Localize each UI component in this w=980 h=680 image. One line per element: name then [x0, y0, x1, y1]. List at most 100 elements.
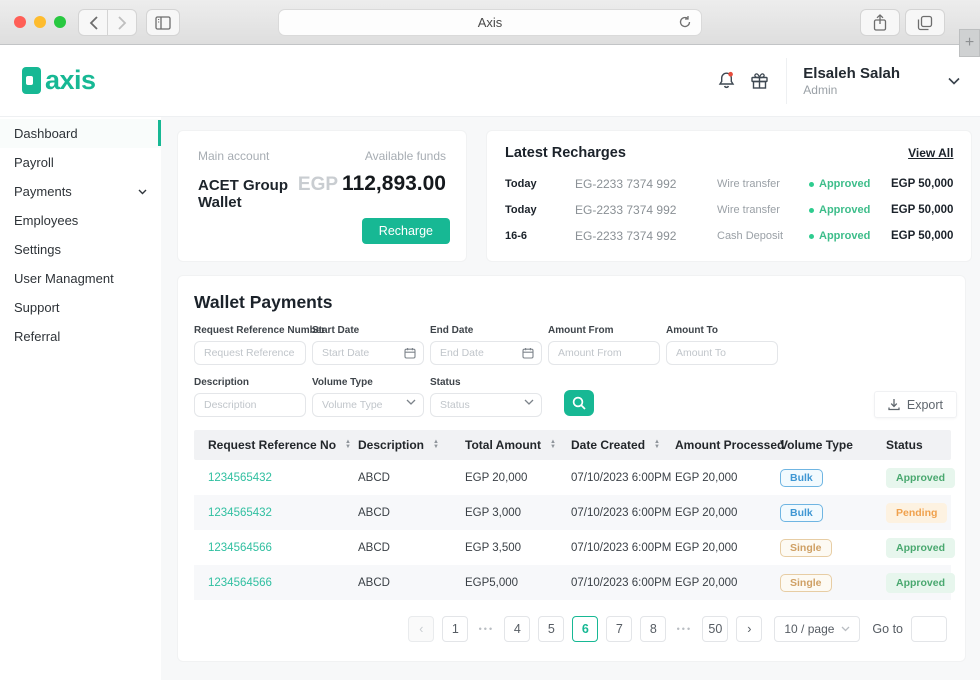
- sidebar-item-support[interactable]: Support: [0, 293, 161, 322]
- rewards-gift-icon[interactable]: [749, 70, 770, 91]
- tab-overview-button[interactable]: [905, 9, 945, 36]
- notifications-bell-icon[interactable]: [716, 70, 737, 91]
- column-header[interactable]: Amount Processed ▲▼: [675, 438, 780, 452]
- recharge-row: Today EG-2233 7374 992 Wire transfer App…: [505, 171, 953, 197]
- download-icon: [888, 398, 900, 411]
- status-select[interactable]: [430, 393, 542, 417]
- main-content: Main account Available funds ACET Group …: [161, 117, 980, 680]
- volume-type-badge: Bulk: [780, 504, 823, 522]
- ellipsis-left[interactable]: •••: [476, 616, 496, 642]
- export-button[interactable]: Export: [874, 391, 957, 418]
- sidebar-item-referral[interactable]: Referral: [0, 322, 161, 351]
- page-1-button[interactable]: 1: [442, 616, 468, 642]
- available-funds-amount: 112,893.00: [342, 172, 446, 195]
- request-reference-link[interactable]: 1234565432: [208, 472, 358, 484]
- description-cell: ABCD: [358, 507, 465, 519]
- ellipsis-right[interactable]: •••: [674, 616, 694, 642]
- table-row: 1234565432 ABCD EGP 3,000 07/10/2023 6:0…: [194, 495, 951, 530]
- amount-to-input[interactable]: [666, 341, 778, 365]
- column-header[interactable]: Request Reference No ▲▼: [208, 438, 358, 452]
- column-header[interactable]: Volume Type ▲▼: [780, 438, 886, 452]
- page-5-button[interactable]: 5: [538, 616, 564, 642]
- sidebar-item-dashboard[interactable]: Dashboard: [0, 119, 161, 148]
- page-6-button[interactable]: 6: [572, 616, 598, 642]
- request-reference-number-input[interactable]: [194, 341, 306, 365]
- column-header[interactable]: Date Created ▲▼: [571, 438, 675, 452]
- start-date-input[interactable]: [312, 341, 424, 365]
- app-header: axis Elsaleh Salah Admin: [0, 45, 980, 117]
- sort-icon[interactable]: ▲▼: [550, 440, 556, 450]
- volume-type-select[interactable]: [312, 393, 424, 417]
- recharge-status: Approved: [809, 178, 891, 190]
- sort-icon[interactable]: ▲▼: [654, 440, 660, 450]
- close-window-button[interactable]: [14, 16, 26, 28]
- header-divider: [786, 58, 787, 104]
- sidebar-item-user-managment[interactable]: User Managment: [0, 264, 161, 293]
- sidebar-item-payroll[interactable]: Payroll: [0, 148, 161, 177]
- status-dot-icon: [809, 234, 814, 239]
- next-page-button[interactable]: ›: [736, 616, 762, 642]
- latest-recharges-card: Latest Recharges View All Today EG-2233 …: [486, 130, 972, 262]
- main-account-label: Main account: [198, 149, 269, 163]
- page-7-button[interactable]: 7: [606, 616, 632, 642]
- table-header-row: Request Reference No ▲▼ Description ▲▼ T…: [194, 430, 951, 460]
- share-button[interactable]: [860, 9, 900, 36]
- minimize-window-button[interactable]: [34, 16, 46, 28]
- filter-field: Volume Type: [312, 377, 424, 417]
- reload-icon[interactable]: [678, 15, 692, 32]
- status-badge: Pending: [886, 503, 947, 523]
- sort-icon[interactable]: ▲▼: [345, 440, 351, 450]
- end-date-input[interactable]: [430, 341, 542, 365]
- browser-sidebar-button[interactable]: [146, 9, 180, 36]
- date-created-cell: 07/10/2023 6:00PM: [571, 507, 675, 519]
- maximize-window-button[interactable]: [54, 16, 66, 28]
- browser-back-button[interactable]: [78, 9, 108, 36]
- sidebar-item-employees[interactable]: Employees: [0, 206, 161, 235]
- request-reference-link[interactable]: 1234565432: [208, 507, 358, 519]
- request-reference-link[interactable]: 1234564566: [208, 577, 358, 589]
- sidebar-item-settings[interactable]: Settings: [0, 235, 161, 264]
- user-menu-chevron-down-icon[interactable]: [948, 77, 960, 85]
- page-4-button[interactable]: 4: [504, 616, 530, 642]
- search-button[interactable]: [564, 390, 594, 416]
- axis-logo-icon: [22, 67, 41, 94]
- available-funds-label: Available funds: [365, 149, 446, 163]
- wallet-name: ACET Group Wallet: [198, 177, 298, 211]
- page-50-button[interactable]: 50: [702, 616, 728, 642]
- description-input[interactable]: [194, 393, 306, 417]
- recharge-date: Today: [505, 204, 575, 216]
- amount-from-input[interactable]: [548, 341, 660, 365]
- chevron-down-icon: [841, 626, 850, 632]
- sidebar-toggle-icon: [155, 16, 171, 30]
- recharge-method: Wire transfer: [717, 204, 809, 216]
- address-bar[interactable]: Axis: [278, 9, 702, 36]
- wallet-payments-card: Wallet Payments Request Reference Number: [177, 275, 966, 662]
- sort-icon[interactable]: ▲▼: [433, 440, 439, 450]
- new-tab-button[interactable]: +: [959, 29, 980, 57]
- page-8-button[interactable]: 8: [640, 616, 666, 642]
- request-reference-link[interactable]: 1234564566: [208, 542, 358, 554]
- sidebar-item-payments[interactable]: Payments: [0, 177, 161, 206]
- recharge-amount: EGP 50,000: [891, 178, 953, 190]
- user-menu[interactable]: Elsaleh Salah Admin: [803, 65, 900, 97]
- column-header[interactable]: Status ▲▼: [886, 438, 951, 452]
- amount-processed-cell: EGP 20,000: [675, 577, 780, 589]
- date-created-cell: 07/10/2023 6:00PM: [571, 472, 675, 484]
- prev-page-button[interactable]: ‹: [408, 616, 434, 642]
- view-all-link[interactable]: View All: [908, 146, 953, 160]
- volume-type-badge: Single: [780, 574, 832, 592]
- column-header[interactable]: Total Amount ▲▼: [465, 438, 571, 452]
- currency-label: EGP: [298, 174, 338, 195]
- amount-processed-cell: EGP 20,000: [675, 472, 780, 484]
- column-header[interactable]: Description ▲▼: [358, 438, 465, 452]
- recharge-button[interactable]: Recharge: [362, 218, 450, 244]
- search-icon: [572, 396, 586, 410]
- recharge-status: Approved: [809, 204, 891, 216]
- filter-field: Amount From: [548, 325, 660, 365]
- per-page-select[interactable]: 10 / page: [774, 616, 860, 642]
- total-amount-cell: EGP 20,000: [465, 472, 571, 484]
- goto-page-input[interactable]: [911, 616, 947, 642]
- browser-forward-button[interactable]: [107, 9, 137, 36]
- recharge-date: 16-6: [505, 230, 575, 242]
- volume-type-badge: Bulk: [780, 469, 823, 487]
